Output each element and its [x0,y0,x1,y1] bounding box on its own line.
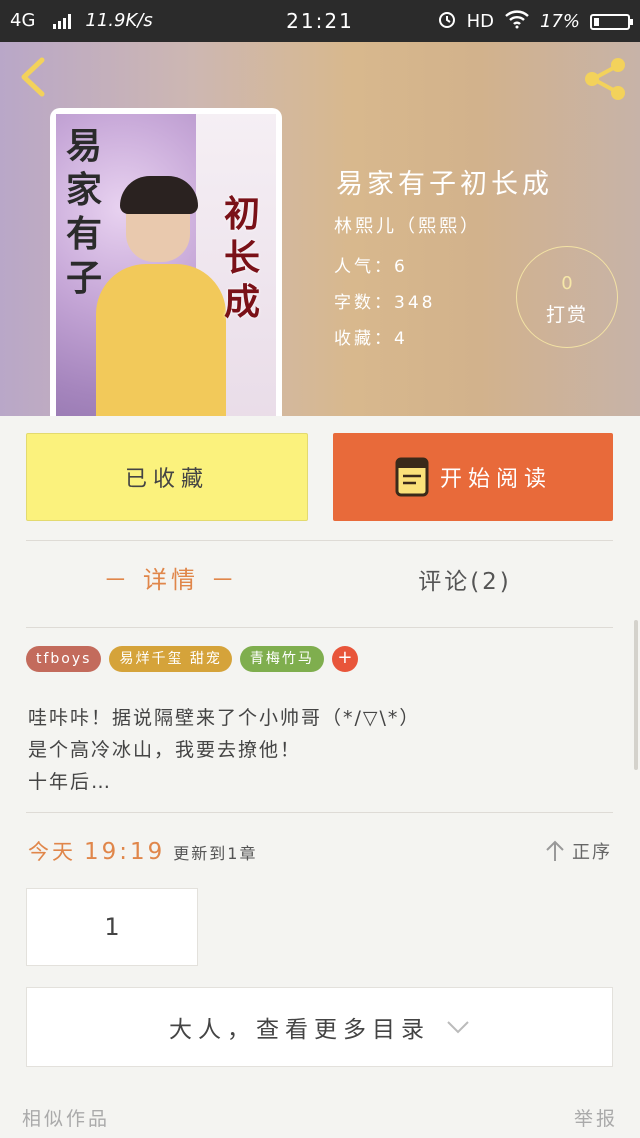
share-icon [585,58,625,100]
tag-item[interactable]: tfboys [26,646,102,672]
description-line: 十年后… [28,771,113,793]
favorited-label: 已收藏 [124,467,209,492]
chapter-number: 1 [104,913,120,941]
share-button[interactable] [580,54,630,104]
status-right: HD 17% [437,9,633,34]
arrow-up-icon [546,840,564,861]
start-reading-label: 开始阅读 [439,467,552,492]
more-catalog-button[interactable]: 大人，查看更多目录 [26,987,613,1067]
book-title: 易家有子初长成 [336,169,553,200]
chevron-left-icon [21,57,45,97]
book-author: 林熙儿（熙熙） [334,216,481,237]
word-count: 字数：348 [334,293,436,313]
status-bar: 4G 11.9K/s 21:21 HD 17% [0,0,640,42]
battery-icon [590,13,633,30]
cover-image: 易家有子 初长成 [56,114,276,416]
tip-button[interactable]: 0 打赏 [516,246,618,348]
tab-comments[interactable]: 评论(2) [320,562,610,596]
update-text: 更新到1章 [173,844,258,863]
scrollbar[interactable] [634,620,638,770]
divider [26,627,613,628]
description-line: 是个高冷冰山，我要去撩他！ [28,739,302,761]
update-info: 今天 19:19 更新到1章 [28,836,257,866]
sort-order-button[interactable]: 正序 [544,838,612,864]
update-time: 19:19 [84,839,166,865]
tag-item[interactable]: 易烊千玺 甜宠 [109,646,232,672]
chevron-down-icon [447,1021,469,1034]
favorited-button[interactable]: 已收藏 [26,433,308,521]
battery-percent: 17% [539,11,580,32]
cover-title-right: 初长成 [224,193,261,323]
book-cover[interactable]: 易家有子 初长成 [50,108,282,416]
sort-order-label: 正序 [572,842,612,863]
back-button[interactable] [14,54,54,100]
chapter-item[interactable]: 1 [26,888,198,966]
tag-item[interactable]: 青梅竹马 [239,646,324,672]
more-catalog-label: 大人，查看更多目录 [169,1017,430,1043]
tip-label: 打赏 [545,304,588,326]
tab-detail[interactable]: － 详情 － [26,560,316,595]
alarm-icon [437,9,457,34]
book-icon [395,457,429,497]
update-day: 今天 [28,840,76,864]
tag-list: tfboys 易烊千玺 甜宠 青梅竹马 + [26,646,358,672]
cover-title-left: 易家有子 [66,125,103,299]
report-link[interactable]: 举报 [574,1104,618,1131]
add-tag-button[interactable]: + [331,646,358,672]
divider [26,540,613,541]
similar-works-link[interactable]: 相似作品 [22,1104,110,1131]
start-reading-button[interactable]: 开始阅读 [333,433,613,521]
book-description[interactable]: 哇咔咔！据说隔壁来了个小帅哥（*/▽\*） 是个高冷冰山，我要去撩他！ 十年后… [28,702,618,798]
wifi-icon [504,9,530,34]
description-line: 哇咔咔！据说隔壁来了个小帅哥（*/▽\*） [28,707,421,729]
tip-count: 0 [561,273,573,294]
divider [26,812,613,813]
hd-indicator: HD [466,11,494,32]
favorite-count: 收藏：4 [334,329,408,349]
book-header: 易家有子 初长成 易家有子初长成 林熙儿（熙熙） 人气：6 字数：348 收藏：… [0,42,640,416]
popularity: 人气：6 [334,257,408,277]
